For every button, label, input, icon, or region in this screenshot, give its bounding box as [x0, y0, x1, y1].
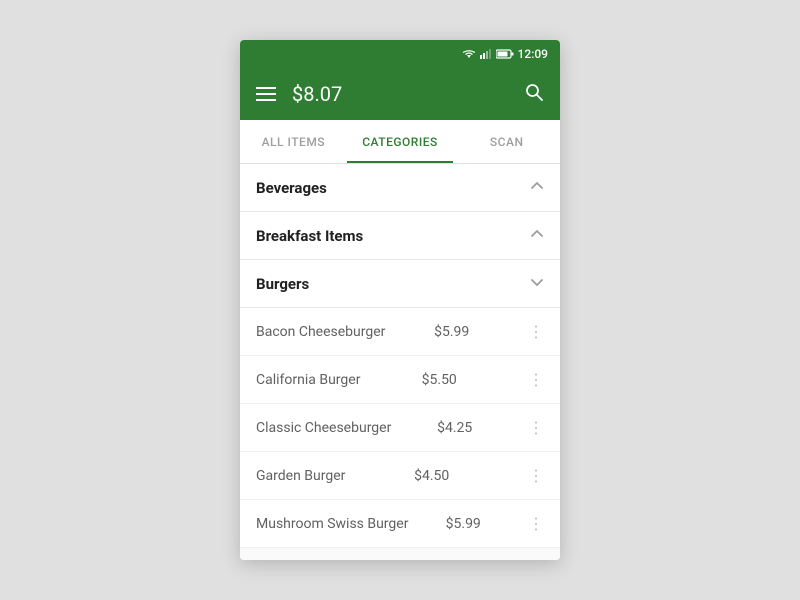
more-options-icon[interactable]: ⋮ — [528, 370, 544, 389]
status-time: 12:09 — [518, 47, 548, 61]
item-price: $5.99 — [446, 516, 481, 532]
toolbar: $8.07 — [240, 68, 560, 120]
status-icons: 12:09 — [462, 47, 548, 61]
more-options-icon[interactable]: ⋮ — [528, 514, 544, 533]
menu-icon[interactable] — [256, 87, 276, 101]
item-name: Mushroom Swiss Burger — [256, 516, 408, 532]
chevron-beverages-icon — [530, 178, 544, 197]
list-item: Mushroom Swiss Burger $5.99 ⋮ — [240, 500, 560, 548]
item-price: $5.99 — [434, 324, 469, 340]
more-options-icon[interactable]: ⋮ — [528, 418, 544, 437]
category-beverages-label: Beverages — [256, 179, 327, 197]
tab-categories[interactable]: CATEGORIES — [347, 120, 454, 163]
cart-total: $8.07 — [292, 82, 342, 106]
item-name: Garden Burger — [256, 468, 345, 484]
status-bar: 12:09 — [240, 40, 560, 68]
wifi-icon — [462, 49, 476, 59]
tab-bar: ALL ITEMS CATEGORIES SCAN — [240, 120, 560, 164]
list-item: Garden Burger $4.50 ⋮ — [240, 452, 560, 500]
category-breakfast-label: Breakfast Items — [256, 227, 363, 245]
list-item: California Burger $5.50 ⋮ — [240, 356, 560, 404]
item-name: California Burger — [256, 372, 360, 388]
tab-scan[interactable]: SCAN — [453, 120, 560, 163]
item-price: $4.25 — [437, 420, 472, 436]
more-options-icon[interactable]: ⋮ — [528, 322, 544, 341]
chevron-burgers-icon — [530, 274, 544, 293]
category-burgers[interactable]: Burgers — [240, 260, 560, 308]
more-options-icon[interactable]: ⋮ — [528, 466, 544, 485]
content-area: Beverages Breakfast Items Burgers — [240, 164, 560, 560]
item-price: $5.50 — [422, 372, 457, 388]
list-item: Bacon Cheeseburger $5.99 ⋮ — [240, 308, 560, 356]
category-burgers-label: Burgers — [256, 275, 309, 293]
tab-all-items[interactable]: ALL ITEMS — [240, 120, 347, 163]
chevron-breakfast-icon — [530, 226, 544, 245]
phone-frame: 12:09 $8.07 ALL ITEMS CATEGORIES — [240, 40, 560, 560]
item-name: Bacon Cheeseburger — [256, 324, 385, 340]
toolbar-left: $8.07 — [256, 82, 342, 106]
category-beverages[interactable]: Beverages — [240, 164, 560, 212]
search-icon[interactable] — [524, 82, 544, 107]
signal-icon — [480, 49, 492, 59]
list-item: Classic Cheeseburger $4.25 ⋮ — [240, 404, 560, 452]
category-breakfast-items[interactable]: Breakfast Items — [240, 212, 560, 260]
item-price: $4.50 — [414, 468, 449, 484]
battery-icon — [496, 49, 514, 59]
item-name: Classic Cheeseburger — [256, 420, 391, 436]
